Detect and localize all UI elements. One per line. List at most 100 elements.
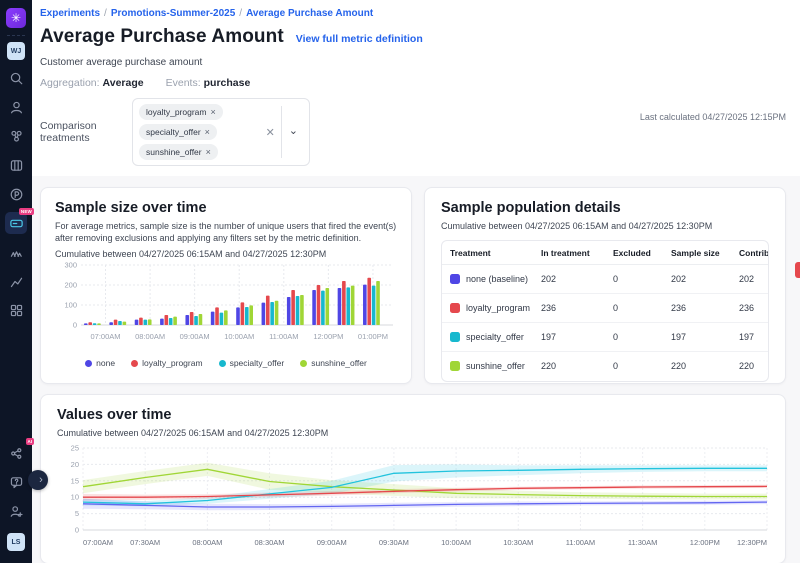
breadcrumb: Experiments / Promotions-Summer-2025 / A… (40, 8, 786, 19)
last-calculated-text: Last calculated 04/27/2025 12:15PM (640, 112, 786, 122)
svg-text:01:00PM: 01:00PM (358, 332, 388, 341)
columns-icon[interactable] (5, 154, 27, 176)
population-range: Cumulative between 04/27/2025 06:15AM an… (441, 221, 769, 231)
pulse-icon[interactable] (5, 183, 27, 205)
help-chat-icon[interactable] (5, 471, 27, 493)
cell-sample-size: 197 (667, 323, 735, 352)
view-metric-definition-link[interactable]: View full metric definition (296, 33, 423, 45)
experiments-icon[interactable] (5, 241, 27, 263)
svg-text:10:00AM: 10:00AM (441, 538, 471, 547)
treatment-name: sunshine_offer (466, 361, 533, 371)
page-title: Average Purchase Amount (40, 26, 284, 48)
sidebar-expand-handle[interactable]: › (28, 470, 48, 490)
svg-text:11:00AM: 11:00AM (269, 332, 298, 341)
metrics-console-icon[interactable]: NEW (5, 212, 27, 234)
col-treatment: Treatment (442, 241, 537, 265)
svg-text:11:00AM: 11:00AM (566, 538, 595, 547)
breadcrumb-experiments[interactable]: Experiments (40, 8, 100, 19)
svg-text:0: 0 (73, 321, 77, 330)
chip-remove-icon[interactable]: × (206, 147, 211, 157)
svg-text:09:30AM: 09:30AM (379, 538, 409, 547)
sample-size-chart: 010020030007:00AM08:00AM09:00AM10:00AM11… (55, 259, 399, 351)
comparison-row: Comparison treatments loyalty_program× s… (40, 98, 786, 166)
ai-badge: AI (26, 438, 35, 445)
sample-size-card: Sample size over time For average metric… (40, 187, 412, 384)
apps-grid-icon[interactable] (5, 299, 27, 321)
table-row: loyalty_program 236 0 236 236 (442, 294, 768, 323)
cell-excluded: 0 (609, 294, 667, 323)
svg-text:10: 10 (71, 493, 79, 502)
svg-text:200: 200 (64, 281, 77, 290)
breadcrumb-separator: / (239, 8, 242, 19)
chevron-down-icon[interactable]: ⌄ (282, 124, 303, 140)
clear-all-icon[interactable]: ✕ (260, 126, 281, 139)
ai-assistant-icon[interactable]: AI (5, 442, 27, 464)
svg-text:09:00AM: 09:00AM (180, 332, 210, 341)
segments-cluster-icon[interactable] (5, 125, 27, 147)
invite-user-icon[interactable] (5, 500, 27, 522)
line-chart-icon[interactable] (5, 270, 27, 292)
metric-description: Customer average purchase amount (40, 57, 786, 68)
treatment-swatch (450, 274, 460, 284)
sample-size-description: For average metrics, sample size is the … (55, 220, 407, 244)
legend-dot (219, 360, 226, 367)
app-logo-icon[interactable]: ✳ (6, 8, 26, 28)
chip-sunshine-offer[interactable]: sunshine_offer × (139, 144, 218, 160)
col-contributors: Contributors (735, 241, 768, 265)
page-header: Experiments / Promotions-Summer-2025 / A… (32, 0, 800, 176)
treatment-swatch (450, 303, 460, 313)
feedback-tab[interactable] (795, 262, 800, 278)
svg-text:10:00AM: 10:00AM (224, 332, 254, 341)
user-avatar-initials: LS (7, 533, 25, 551)
cell-in-treatment: 197 (537, 323, 609, 352)
legend-dot (300, 360, 307, 367)
population-details-card: Sample population details Cumulative bet… (424, 187, 786, 384)
svg-text:10:30AM: 10:30AM (503, 538, 533, 547)
breadcrumb-separator: / (104, 8, 107, 19)
legend-item-none: none (85, 358, 115, 368)
svg-text:07:00AM: 07:00AM (83, 538, 113, 547)
cards-area: Sample size over time For average metric… (32, 176, 800, 563)
legend-dot (85, 360, 92, 367)
treatment-name: specialty_offer (466, 332, 533, 342)
legend-item-sunshine: sunshine_offer (300, 358, 367, 368)
search-icon[interactable] (5, 67, 27, 89)
treatment-name: loyalty_program (466, 303, 533, 313)
chip-label: sunshine_offer (146, 147, 202, 157)
cell-in-treatment: 220 (537, 352, 609, 381)
breadcrumb-experiment-name[interactable]: Promotions-Summer-2025 (111, 8, 235, 19)
treatment-name: none (baseline) (466, 274, 533, 284)
chip-loyalty-program[interactable]: loyalty_program × (139, 104, 223, 120)
col-in-treatment: In treatment (537, 241, 609, 265)
table-row: none (baseline) 202 0 202 202 (442, 265, 768, 294)
svg-text:25: 25 (71, 444, 79, 453)
chip-label: specialty_offer (146, 127, 201, 137)
breadcrumb-metric-name: Average Purchase Amount (246, 8, 373, 19)
sample-size-legend: none loyalty_program specialty_offer sun… (55, 358, 397, 368)
chip-remove-icon[interactable]: × (210, 107, 215, 117)
col-sample-size: Sample size (667, 241, 735, 265)
chip-remove-icon[interactable]: × (205, 127, 210, 137)
cell-sample-size: 202 (667, 265, 735, 294)
svg-text:07:30AM: 07:30AM (130, 538, 160, 547)
cell-in-treatment: 202 (537, 265, 609, 294)
treatment-swatch (450, 361, 460, 371)
legend-dot (131, 360, 138, 367)
treatments-multiselect[interactable]: loyalty_program × specialty_offer × sunshi… (132, 98, 310, 166)
svg-text:12:00PM: 12:00PM (313, 332, 343, 341)
chip-label: loyalty_program (146, 107, 206, 117)
user-avatar[interactable]: LS (5, 531, 27, 553)
svg-text:5: 5 (75, 509, 79, 518)
population-title: Sample population details (441, 200, 769, 216)
user-icon[interactable] (5, 96, 27, 118)
svg-text:12:30PM: 12:30PM (737, 538, 767, 547)
cell-sample-size: 236 (667, 294, 735, 323)
workspace-avatar[interactable]: WJ (7, 42, 25, 60)
legend-item-specialty: specialty_offer (219, 358, 285, 368)
chip-specialty-offer[interactable]: specialty_offer × (139, 124, 217, 140)
cell-contributors: 220 (735, 352, 768, 381)
svg-text:0: 0 (75, 526, 79, 535)
events-value: purchase (204, 77, 251, 89)
values-range: Cumulative between 04/27/2025 06:15AM an… (57, 428, 769, 438)
values-title: Values over time (57, 407, 769, 423)
